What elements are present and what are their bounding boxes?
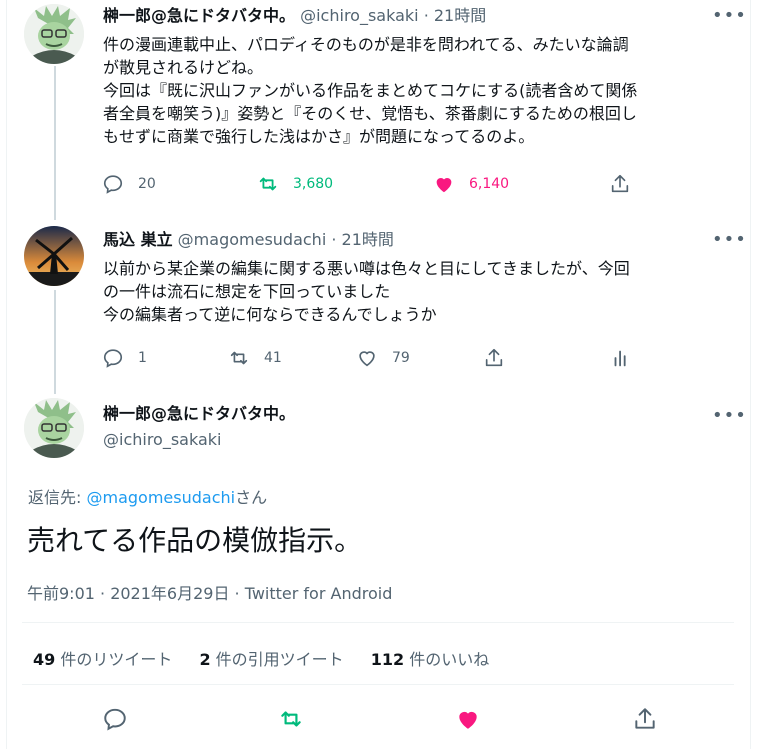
user-handle[interactable]: @magomesudachi (178, 230, 327, 249)
user-handle[interactable]: @ichiro_sakaki (300, 6, 418, 25)
heart-filled-icon (436, 178, 452, 193)
display-name[interactable]: 榊一郎@急にドタバタ中。 (103, 6, 295, 25)
user-handle[interactable]: @ichiro_sakaki (103, 430, 221, 449)
engagement-stats: 49 件のリツイート 2 件の引用ツイート 112 件のいいね (33, 646, 511, 670)
retweet-icon (281, 711, 301, 727)
reply-to-prefix: 返信先: (28, 488, 87, 507)
heart-filled-icon (459, 711, 477, 729)
retweet-button[interactable]: 3,680 (257, 173, 333, 195)
tweet-text: 以前から某企業の編集に関する悪い噂は色々と目にしてきましたが、今回 の一件は流石… (103, 259, 630, 324)
display-name[interactable]: 馬込 巣立 (103, 230, 173, 249)
tweet-time[interactable]: · 21時間 (331, 230, 394, 249)
like-button[interactable]: 79 (356, 347, 410, 369)
retweets-stat[interactable]: 49 件のリツイート (33, 650, 172, 669)
retweet-icon (259, 177, 277, 191)
avatar[interactable] (24, 398, 84, 458)
share-icon (635, 708, 655, 729)
like-count: 79 (392, 350, 410, 366)
tweet-header: 榊一郎@急にドタバタ中。 @ichiro_sakaki · 21時間 (103, 6, 486, 26)
retweet-count: 3,680 (293, 176, 334, 192)
share-icon (611, 174, 629, 193)
avatar[interactable] (24, 4, 84, 64)
main-author-handle: @ichiro_sakaki (103, 430, 221, 450)
share-button[interactable] (609, 173, 645, 195)
retweet-button[interactable]: 41 (228, 347, 282, 369)
likes-label: 件のいいね (404, 650, 490, 669)
share-icon (485, 348, 503, 367)
analytics-icon (614, 350, 626, 367)
retweet-count: 41 (264, 350, 282, 366)
display-name[interactable]: 榊一郎@急にドタバタ中。 (103, 404, 295, 423)
reply-to-line: 返信先: @magomesudachiさん (28, 484, 267, 508)
likes-number: 112 (370, 650, 405, 669)
tweet-timestamp[interactable]: 午前9:01 · 2021年6月29日 · Twitter for Androi… (27, 580, 392, 604)
tweet-time[interactable]: · 21時間 (424, 6, 487, 25)
more-icon[interactable]: ••• (712, 407, 747, 425)
retweet-button[interactable] (278, 706, 304, 732)
main-author-name: 榊一郎@急にドタバタ中。 (103, 404, 295, 424)
reply-count: 1 (138, 350, 147, 366)
retweet-icon (230, 351, 248, 365)
reply-to-link[interactable]: @magomesudachi (86, 488, 235, 507)
reply-icon (104, 708, 126, 731)
like-button[interactable] (455, 706, 481, 732)
quotes-label: 件の引用ツイート (210, 650, 344, 669)
divider (22, 684, 734, 685)
reply-icon (103, 175, 123, 194)
reply-button[interactable] (102, 706, 128, 732)
share-button[interactable] (483, 347, 519, 369)
divider (22, 622, 734, 623)
tweet-header: 馬込 巣立 @magomesudachi · 21時間 (103, 230, 394, 250)
like-count: 6,140 (469, 176, 510, 192)
more-icon[interactable]: ••• (712, 7, 747, 25)
analytics-button[interactable] (610, 347, 646, 369)
share-button[interactable] (632, 706, 658, 732)
quotes-stat[interactable]: 2 件の引用ツイート (199, 650, 343, 669)
like-button[interactable]: 6,140 (433, 173, 509, 195)
thread-line (54, 290, 56, 394)
main-tweet-text: 売れてる作品の模倣指示。 (27, 524, 363, 557)
reply-count: 20 (138, 176, 156, 192)
heart-icon (359, 351, 375, 367)
thread-line (54, 66, 56, 220)
reply-to-suffix: さん (235, 488, 268, 507)
more-icon[interactable]: ••• (712, 231, 747, 249)
retweets-label: 件のリツイート (55, 650, 173, 669)
retweets-number: 49 (33, 650, 56, 669)
likes-stat[interactable]: 112 件のいいね (371, 650, 490, 669)
reply-icon (103, 349, 123, 368)
reply-button[interactable]: 20 (102, 173, 156, 195)
tweet-text: 件の漫画連載中止、パロディそのものが是非を問われてる、みたいな論調 が散見される… (103, 35, 638, 146)
avatar[interactable] (24, 226, 84, 286)
reply-button[interactable]: 1 (102, 347, 147, 369)
quotes-number: 2 (199, 650, 211, 669)
